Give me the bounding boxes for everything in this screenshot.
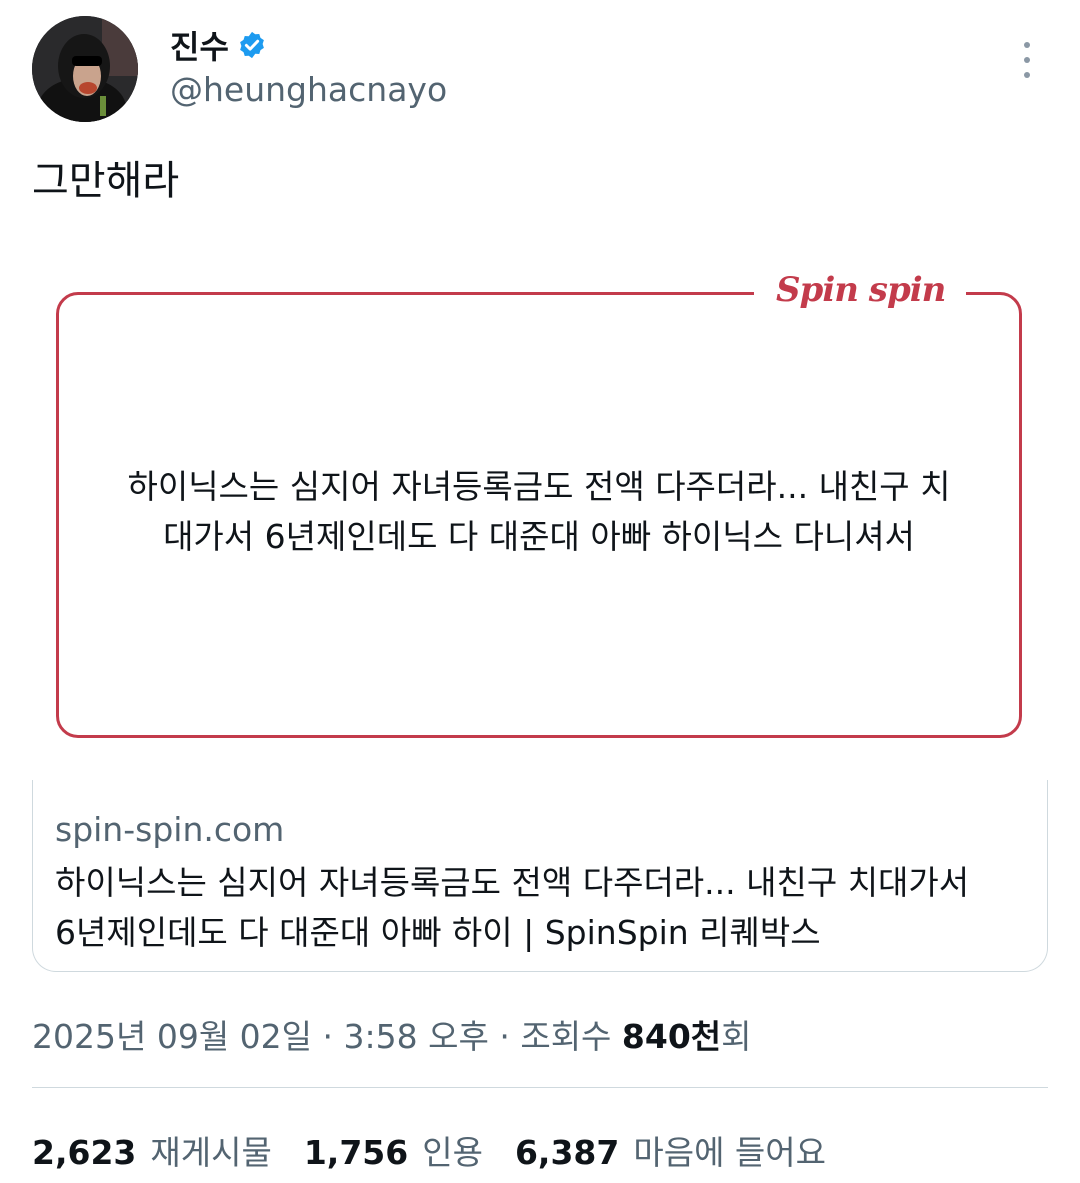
tweet-meta: 2025년 09월 02일 · 3:58 오후 · 조회수 840천회 xyxy=(32,1017,752,1056)
views-count: 840천 xyxy=(621,1017,722,1056)
more-vertical-icon[interactable] xyxy=(1012,40,1042,80)
avatar[interactable] xyxy=(32,16,138,122)
author-name-row[interactable]: 진수 xyxy=(170,22,267,68)
reposts-stat[interactable]: 2,623 재게시물 xyxy=(32,1126,272,1174)
tweet-time[interactable]: 3:58 오후 xyxy=(344,1017,489,1056)
likes-stat[interactable]: 6,387 마음에 들어요 xyxy=(515,1126,826,1174)
tweet-date: 2025년 09월 02일 xyxy=(32,1017,313,1056)
author-handle[interactable]: @heunghacnayo xyxy=(170,70,447,109)
divider xyxy=(32,1087,1048,1088)
link-card[interactable]: spin-spin.com 하이닉스는 심지어 자녀등록금도 전액 다주더라..… xyxy=(32,780,1048,972)
author-display-name[interactable]: 진수 xyxy=(170,22,229,68)
media-card-headline: 하이닉스는 심지어 자녀등록금도 전액 다주더라... 내친구 치 대가서 6년… xyxy=(127,467,951,556)
engagement-stats: 2,623 재게시물 1,756 인용 6,387 마음에 들어요 xyxy=(32,1126,826,1174)
link-domain: spin-spin.com xyxy=(55,810,285,849)
tweet-text: 그만해라 xyxy=(32,158,180,204)
media-card-image[interactable]: Spin spin 하이닉스는 심지어 자녀등록금도 전액 다주더라... 내친… xyxy=(32,248,1048,768)
link-title: 하이닉스는 심지어 자녀등록금도 전액 다주더라... 내친구 치대가서 6년제… xyxy=(55,863,970,952)
avatar-image xyxy=(32,16,138,122)
verified-badge-icon xyxy=(240,31,264,59)
spinspin-logo: Spin spin xyxy=(776,270,946,310)
quotes-stat[interactable]: 1,756 인용 xyxy=(304,1126,483,1174)
